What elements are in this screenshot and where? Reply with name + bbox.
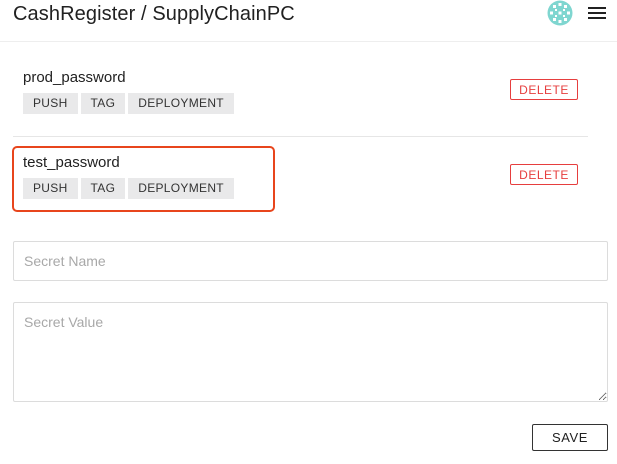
- save-button[interactable]: SAVE: [532, 424, 608, 451]
- secret-event-list: PUSH TAG DEPLOYMENT: [23, 93, 234, 114]
- secret-event-list: PUSH TAG DEPLOYMENT: [23, 178, 234, 199]
- header: CashRegister / SupplyChainPC: [0, 0, 617, 42]
- event-chip-push: PUSH: [23, 93, 78, 114]
- secret-name-input[interactable]: [13, 241, 608, 281]
- hamburger-menu-icon[interactable]: [586, 3, 608, 23]
- secret-value-textarea[interactable]: [13, 302, 608, 402]
- delete-secret-button[interactable]: DELETE: [510, 79, 578, 100]
- secret-name: test_password: [23, 154, 120, 171]
- page-title: CashRegister / SupplyChainPC: [13, 3, 295, 25]
- page: CashRegister / SupplyChainPC prod_passwo…: [0, 0, 617, 464]
- event-chip-tag: TAG: [80, 93, 126, 114]
- avatar[interactable]: [545, 0, 575, 26]
- delete-secret-button[interactable]: DELETE: [510, 164, 578, 185]
- secret-name: prod_password: [23, 69, 126, 86]
- event-chip-push: PUSH: [23, 178, 78, 199]
- event-chip-tag: TAG: [80, 178, 126, 199]
- event-chip-deployment: DEPLOYMENT: [128, 93, 234, 114]
- secret-item-prod-password: prod_password PUSH TAG DEPLOYMENT DELETE: [13, 55, 588, 137]
- event-chip-deployment: DEPLOYMENT: [128, 178, 234, 199]
- secret-item-test-password: test_password PUSH TAG DEPLOYMENT DELETE: [13, 140, 588, 222]
